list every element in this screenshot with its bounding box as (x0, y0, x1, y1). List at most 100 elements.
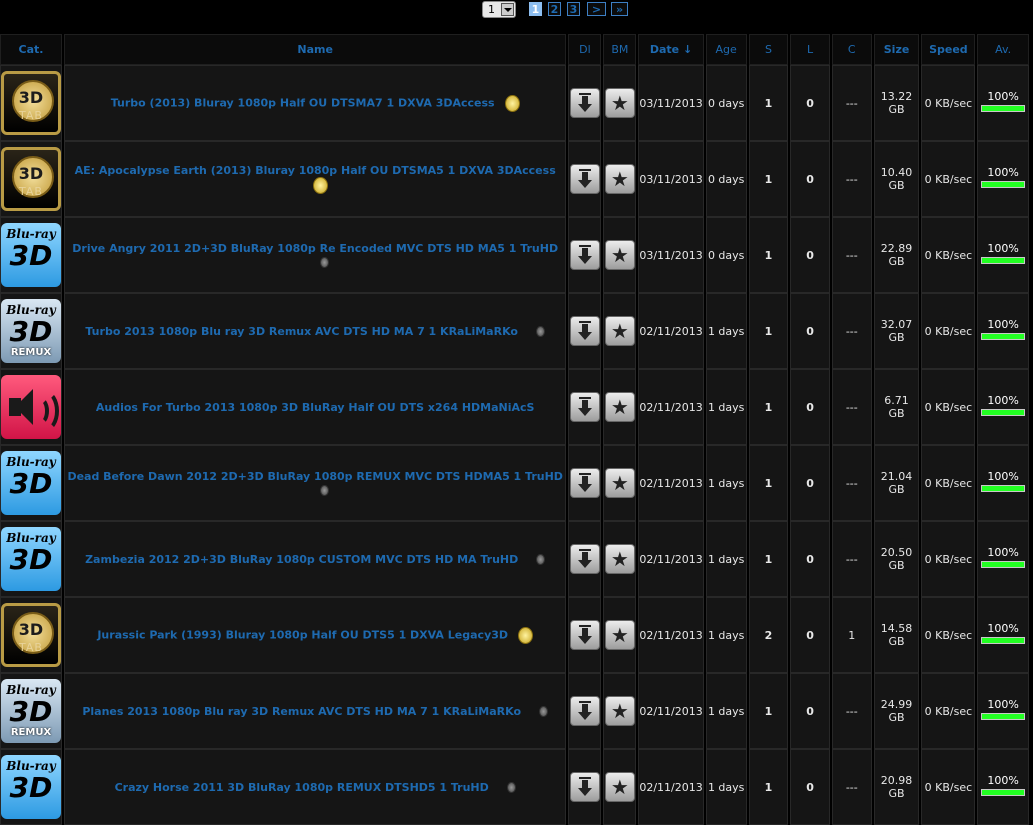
seeders-cell[interactable]: 1 (748, 673, 789, 749)
download-cell (568, 141, 602, 217)
leechers-cell[interactable]: 0 (790, 445, 830, 521)
leechers-cell[interactable]: 0 (790, 521, 830, 597)
star-icon[interactable]: ★ (604, 620, 635, 650)
star-icon[interactable]: ★ (604, 164, 635, 194)
speed-cell: 0 KB/sec (921, 673, 976, 749)
star-icon[interactable]: ★ (604, 240, 635, 270)
date-cell: 02/11/2013 (638, 293, 704, 369)
col-header-comments[interactable]: C (831, 34, 872, 65)
col-header-leechers[interactable]: L (790, 34, 830, 65)
col-header-date[interactable]: Date ↓ (638, 34, 704, 65)
category-cell: 3D TAB (0, 141, 62, 217)
comments-cell[interactable]: --- (831, 293, 872, 369)
age-cell: 0 days (705, 141, 747, 217)
page-link-3[interactable]: 3 (567, 2, 580, 16)
seeders-cell[interactable]: 2 (748, 597, 789, 673)
torrent-name-link[interactable]: Turbo (2013) Bluray 1080p Half OU DTSMA7… (111, 96, 495, 109)
star-icon[interactable]: ★ (604, 392, 635, 422)
age-cell: 1 days (705, 369, 747, 445)
download-arrow-icon[interactable] (569, 164, 600, 194)
col-header-availability[interactable]: Av. (977, 34, 1029, 65)
category-3d-tab-icon[interactable]: 3D TAB (1, 603, 61, 667)
category-3d-tab-icon[interactable]: 3D TAB (1, 147, 61, 211)
size-cell: 22.89 GB (873, 217, 920, 293)
comments-cell[interactable]: --- (831, 445, 872, 521)
seeders-cell[interactable]: 1 (748, 369, 789, 445)
page-link-1[interactable]: 1 (529, 2, 542, 16)
download-arrow-icon[interactable] (569, 772, 600, 802)
download-arrow-icon[interactable] (569, 544, 600, 574)
comments-cell[interactable]: --- (831, 141, 872, 217)
leechers-cell[interactable]: 0 (790, 293, 830, 369)
seeders-cell[interactable]: 1 (748, 293, 789, 369)
leechers-cell[interactable]: 0 (790, 141, 830, 217)
speed-cell: 0 KB/sec (921, 141, 976, 217)
seeders-cell[interactable]: 1 (748, 445, 789, 521)
seeders-cell[interactable]: 1 (748, 65, 789, 141)
chevron-down-icon[interactable] (501, 3, 514, 16)
col-header-category[interactable]: Cat. (0, 34, 62, 65)
torrent-name-link[interactable]: Zambezia 2012 2D+3D BluRay 1080p CUSTOM … (85, 553, 518, 566)
torrent-name-link[interactable]: AE: Apocalypse Earth (2013) Bluray 1080p… (75, 164, 556, 177)
download-arrow-icon[interactable] (569, 88, 600, 118)
torrent-name-link[interactable]: Turbo 2013 1080p Blu ray 3D Remux AVC DT… (85, 325, 518, 338)
availability-fill (982, 790, 1024, 795)
seeders-cell[interactable]: 1 (748, 141, 789, 217)
torrent-name-link[interactable]: Planes 2013 1080p Blu ray 3D Remux AVC D… (82, 705, 521, 718)
star-icon[interactable]: ★ (604, 468, 635, 498)
category-3d-tab-icon[interactable]: 3D TAB (1, 71, 61, 135)
comments-cell[interactable]: --- (831, 673, 872, 749)
seeders-cell[interactable]: 1 (748, 521, 789, 597)
icon-text-3d: 3D (9, 239, 53, 272)
download-arrow-icon[interactable] (569, 468, 600, 498)
star-icon[interactable]: ★ (604, 316, 635, 346)
page-select[interactable]: 1 (482, 1, 516, 18)
leechers-cell[interactable]: 0 (790, 673, 830, 749)
leechers-cell[interactable]: 0 (790, 749, 830, 825)
category-audio-speaker-icon[interactable] (1, 375, 61, 439)
download-cell (568, 369, 602, 445)
star-icon[interactable]: ★ (604, 88, 635, 118)
category-bluray-3d-remux-icon[interactable]: Blu-ray 3D REMUX (1, 299, 61, 363)
comments-cell[interactable]: --- (831, 217, 872, 293)
leechers-cell[interactable]: 0 (790, 369, 830, 445)
col-header-speed[interactable]: Speed (921, 34, 976, 65)
download-cell (568, 445, 602, 521)
torrent-name-link[interactable]: Drive Angry 2011 2D+3D BluRay 1080p Re E… (72, 242, 558, 255)
leechers-cell[interactable]: 0 (790, 597, 830, 673)
category-cell: Blu-ray 3D (0, 521, 62, 597)
download-arrow-icon[interactable] (569, 696, 600, 726)
leechers-cell[interactable]: 0 (790, 217, 830, 293)
col-header-seeders[interactable]: S (748, 34, 789, 65)
download-arrow-icon[interactable] (569, 316, 600, 346)
availability-bar (981, 181, 1025, 188)
last-page-link[interactable]: » (611, 2, 628, 16)
torrent-name-link[interactable]: Jurassic Park (1993) Bluray 1080p Half O… (97, 628, 508, 641)
comments-cell[interactable]: --- (831, 521, 872, 597)
torrent-name-link[interactable]: Dead Before Dawn 2012 2D+3D BluRay 1080p… (67, 470, 563, 483)
torrent-name-link[interactable]: Crazy Horse 2011 3D BluRay 1080p REMUX D… (115, 781, 489, 794)
star-icon[interactable]: ★ (604, 696, 635, 726)
star-icon[interactable]: ★ (604, 772, 635, 802)
seeders-cell[interactable]: 1 (748, 217, 789, 293)
category-bluray-3d-icon[interactable]: Blu-ray 3D (1, 451, 61, 515)
seeders-cell[interactable]: 1 (748, 749, 789, 825)
comments-cell[interactable]: --- (831, 369, 872, 445)
download-arrow-icon[interactable] (569, 392, 600, 422)
next-page-link[interactable]: > (587, 2, 606, 16)
star-icon[interactable]: ★ (604, 544, 635, 574)
comments-cell[interactable]: --- (831, 65, 872, 141)
torrent-name-link[interactable]: Audios For Turbo 2013 1080p 3D BluRay Ha… (96, 401, 535, 414)
col-header-size[interactable]: Size (873, 34, 920, 65)
page-link-2[interactable]: 2 (548, 2, 561, 16)
comments-cell[interactable]: --- (831, 749, 872, 825)
category-bluray-3d-icon[interactable]: Blu-ray 3D (1, 527, 61, 591)
leechers-cell[interactable]: 0 (790, 65, 830, 141)
col-header-name[interactable]: Name (64, 34, 567, 65)
comments-cell[interactable]: 1 (831, 597, 872, 673)
category-bluray-3d-icon[interactable]: Blu-ray 3D (1, 755, 61, 819)
download-arrow-icon[interactable] (569, 240, 600, 270)
category-bluray-3d-icon[interactable]: Blu-ray 3D (1, 223, 61, 287)
category-bluray-3d-remux-icon[interactable]: Blu-ray 3D REMUX (1, 679, 61, 743)
download-arrow-icon[interactable] (569, 620, 600, 650)
